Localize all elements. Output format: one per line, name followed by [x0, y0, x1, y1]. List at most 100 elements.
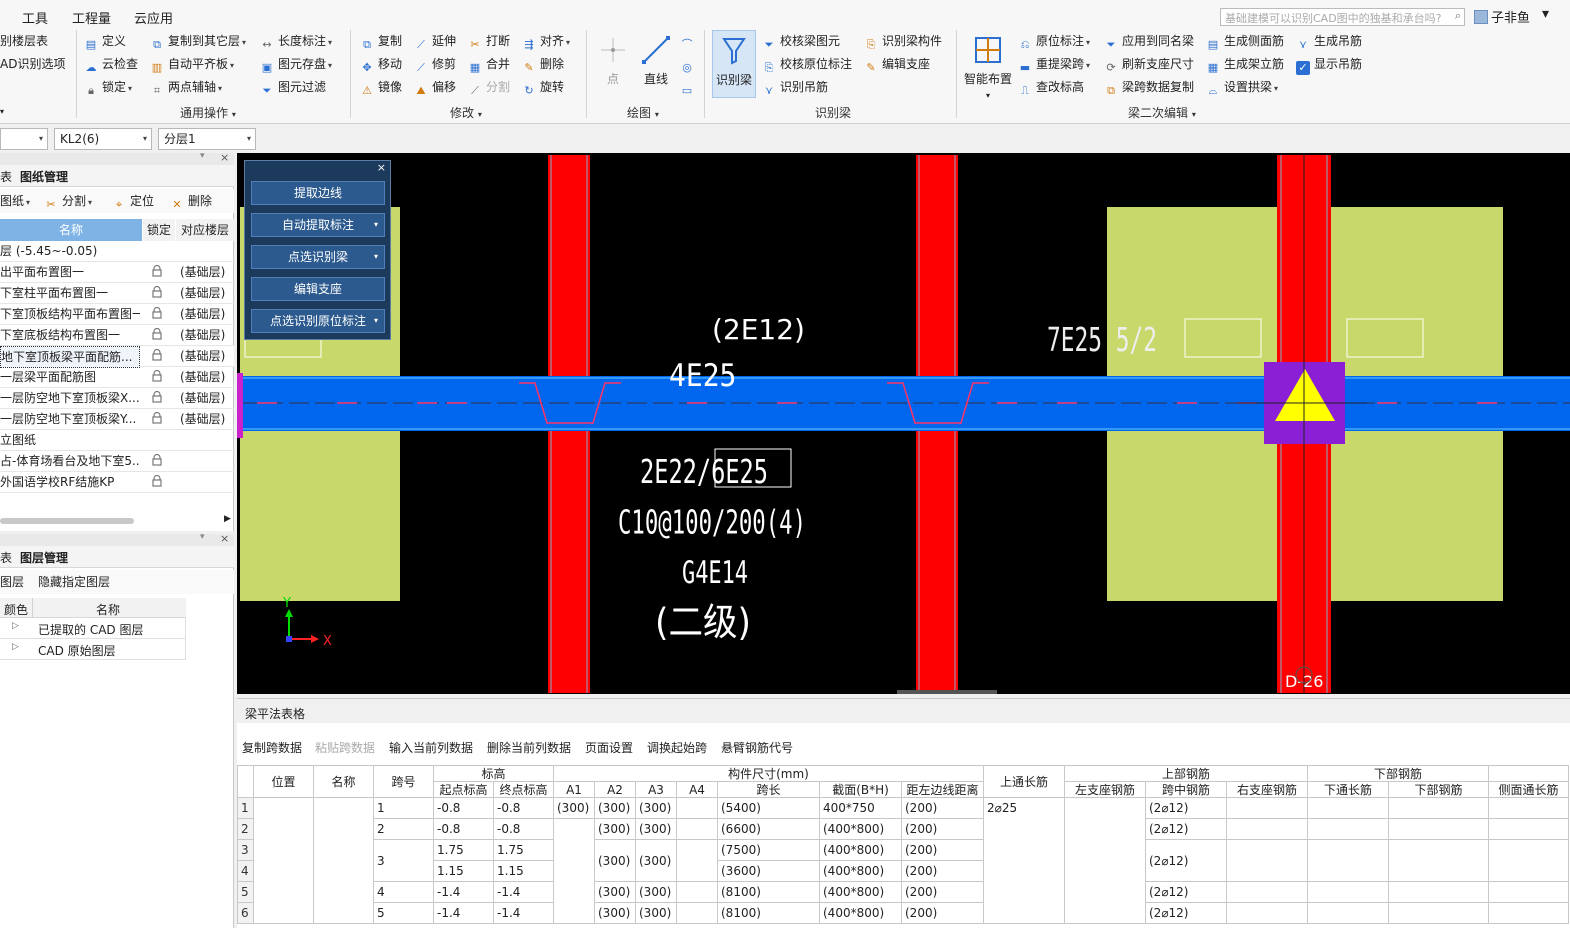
split-button[interactable]: ⟋ 分割	[468, 78, 510, 97]
table-row[interactable]: 6 5 -1.4 -1.4 (300) (300) (8100) (400*80…	[237, 902, 1569, 924]
header-elevation[interactable]: 标高	[433, 765, 554, 782]
header-lock[interactable]: 锁定	[143, 219, 175, 241]
drawing-list-item[interactable]: 立图纸	[0, 430, 234, 451]
copy-to-other-floor-button[interactable]: ⧉ 复制到其它层 ▾	[150, 32, 246, 51]
extract-edge-button[interactable]: 提取边线	[251, 181, 385, 205]
lock-icon[interactable]	[152, 328, 162, 340]
header-top-group[interactable]: 上部钢筋	[1064, 765, 1308, 782]
drawing-floor[interactable]: (基础层)	[180, 262, 225, 282]
tab-table[interactable]: 表	[0, 168, 12, 185]
mirror-button[interactable]: ⚠ 镜像	[360, 78, 402, 97]
cloud-check-button[interactable]: ☁ 云检查	[84, 55, 139, 74]
lock-button[interactable]: 🔒︎ 锁定 ▾	[84, 78, 132, 97]
merge-button[interactable]: ▦ 合并	[468, 55, 510, 74]
table-row[interactable]: 5 4 -1.4 -1.4 (300) (300) (8100) (400*80…	[237, 881, 1569, 903]
recognize-beam-component-button[interactable]: ⎘ 识别梁构件	[864, 32, 942, 51]
tab-layer-management[interactable]: 图层管理	[20, 549, 68, 566]
expand-icon[interactable]: ▷	[12, 642, 19, 652]
header-right-support[interactable]: 右支座钢筋	[1226, 781, 1308, 798]
drawing-list-item[interactable]: 占-体育场看台及地下室5....	[0, 451, 234, 472]
header-a1[interactable]: A1	[553, 781, 595, 798]
edit-support-float-button[interactable]: 编辑支座	[251, 277, 385, 301]
header-start-elev[interactable]: 起点标高	[433, 781, 494, 798]
lock-icon[interactable]	[152, 475, 162, 487]
delete-button[interactable]: ✎ 删除	[522, 55, 564, 74]
modify-group-label[interactable]: 修改 ▾	[450, 104, 482, 121]
drawing-list-item[interactable]: 一层防空地下室顶板梁Y... (基础层)	[0, 409, 234, 430]
header-mid-span[interactable]: 跨中钢筋	[1145, 781, 1227, 798]
header-position[interactable]: 位置	[253, 765, 314, 798]
table-row[interactable]: 3 3 1.75 1.75 (300) (300) (7500) (400*80…	[237, 839, 1569, 882]
hide-layer-button[interactable]: 隐藏指定图层	[38, 573, 110, 591]
header-name[interactable]: 名称	[313, 765, 374, 798]
move-button[interactable]: ✥ 移动	[360, 55, 402, 74]
auto-extract-mark-button[interactable]: 自动提取标注 ▾	[251, 213, 385, 237]
ai-search-input[interactable]: 基础建模可以识别CAD图中的独基和承台吗? ⌕	[1220, 8, 1465, 26]
header-end-elev[interactable]: 终点标高	[493, 781, 554, 798]
drawing-canvas[interactable]: (2E12) 4E25 7E25 5/2 2E22/6E25 C10@100/2…	[237, 153, 1570, 694]
header-floor[interactable]: 对应楼层	[176, 219, 234, 241]
paste-span-data-button[interactable]: 粘贴跨数据	[315, 739, 375, 756]
smart-layout-button[interactable]: 智能布置 ▾	[962, 34, 1014, 101]
rotate-button[interactable]: ↻ 旋转	[522, 78, 564, 97]
canvas-label[interactable]: G4E14	[682, 555, 748, 591]
sublayer-select[interactable]: 分层1 ▾	[158, 128, 256, 150]
cantilever-code-button[interactable]: 悬臂钢筋代号	[721, 739, 793, 756]
page-setup-button[interactable]: 页面设置	[585, 739, 633, 756]
header-dist-left[interactable]: 距左边线距离	[901, 781, 984, 798]
recognize-hanger-button[interactable]: ⋎ 识别吊筋	[762, 78, 828, 97]
lock-icon[interactable]	[152, 454, 162, 466]
copy-span-data-button[interactable]: 复制跨数据	[242, 739, 302, 756]
lock-icon[interactable]	[152, 349, 162, 361]
span-copy-button[interactable]: ⧉ 梁跨数据复制	[1104, 78, 1194, 97]
pin-icon[interactable]: ▾	[200, 151, 205, 161]
trim-button[interactable]: ⟋ 修剪	[414, 55, 456, 74]
lock-icon[interactable]	[152, 412, 162, 424]
apply-same-beam-button[interactable]: ⏷ 应用到同名梁	[1104, 32, 1194, 51]
drawing-list-item[interactable]: 下室柱平面布置图一 (基础层)	[0, 283, 234, 304]
lock-icon[interactable]	[152, 391, 162, 403]
swap-start-span-button[interactable]: 调换起始跨	[647, 739, 707, 756]
gen-stand-rebar-button[interactable]: ▦ 生成架立筋	[1206, 55, 1284, 74]
rect-tool-icon[interactable]: ▭	[680, 78, 698, 97]
search-icon[interactable]: ⌕	[1455, 9, 1461, 23]
drawing-list-item[interactable]: 下室底板结构布置图一 (基础层)	[0, 325, 234, 346]
header-bottom-through[interactable]: 下通长筋	[1307, 781, 1389, 798]
drawing-floor[interactable]: (基础层)	[180, 283, 225, 303]
define-button[interactable]: ▤ 定义	[84, 32, 126, 51]
copy-button[interactable]: ⧉ 复制	[360, 32, 402, 51]
beam-edit-group-label[interactable]: 梁二次编辑 ▾	[1128, 104, 1196, 121]
check-beam-button[interactable]: ⏷ 校核梁图元	[762, 32, 840, 51]
drawing-list-item[interactable]: 外国语学校RF结施KP	[0, 472, 234, 493]
cad-group-expand-icon[interactable]: ▾	[0, 103, 4, 121]
header-color[interactable]: 颜色	[4, 601, 28, 618]
close-icon[interactable]: ×	[377, 161, 386, 174]
window-control-icon[interactable]: ▾	[1542, 6, 1549, 22]
length-mark-button[interactable]: ↔ 长度标注 ▾	[260, 32, 332, 51]
draw-group-label[interactable]: 绘图 ▾	[627, 104, 659, 121]
drawing-list-item[interactable]: 地下室顶板梁平面配筋... (基础层)	[0, 346, 234, 368]
table-row[interactable]: 2 2 -0.8 -0.8 (300) (300) (6600) (400*80…	[237, 818, 1569, 924]
drawing-floor[interactable]: (基础层)	[180, 346, 225, 366]
pin-icon[interactable]: ▾	[200, 532, 205, 542]
orig-mark-button[interactable]: ⎌ 原位标注 ▾	[1018, 32, 1090, 51]
tab-table[interactable]: 表	[0, 549, 12, 566]
canvas-label[interactable]: 2E22/6E25	[640, 454, 768, 492]
user-account[interactable]: 子非鱼	[1474, 7, 1530, 26]
circle-tool-icon[interactable]: ◎	[680, 55, 698, 74]
header-name[interactable]: 名称	[0, 219, 142, 241]
lock-icon[interactable]	[152, 370, 162, 382]
header-a2[interactable]: A2	[594, 781, 636, 798]
layer-row[interactable]: ▷ 已提取的 CAD 图层	[0, 618, 186, 639]
show-layer-button[interactable]: 图层	[0, 573, 24, 591]
gen-hanger-button[interactable]: ⋎ 生成吊筋	[1296, 32, 1362, 51]
component-name-select[interactable]: KL2(6) ▾	[54, 128, 152, 150]
header-section[interactable]: 截面(B*H)	[819, 781, 902, 798]
header-a4[interactable]: A4	[676, 781, 718, 798]
drawing-floor[interactable]: (基础层)	[180, 325, 225, 345]
header-span-length[interactable]: 跨长	[717, 781, 820, 798]
layer-table-button[interactable]: 别楼层表	[0, 32, 48, 50]
drawing-floor[interactable]: (基础层)	[180, 367, 225, 387]
splitter-handle[interactable]	[897, 690, 997, 694]
header-left-support[interactable]: 左支座钢筋	[1064, 781, 1146, 798]
